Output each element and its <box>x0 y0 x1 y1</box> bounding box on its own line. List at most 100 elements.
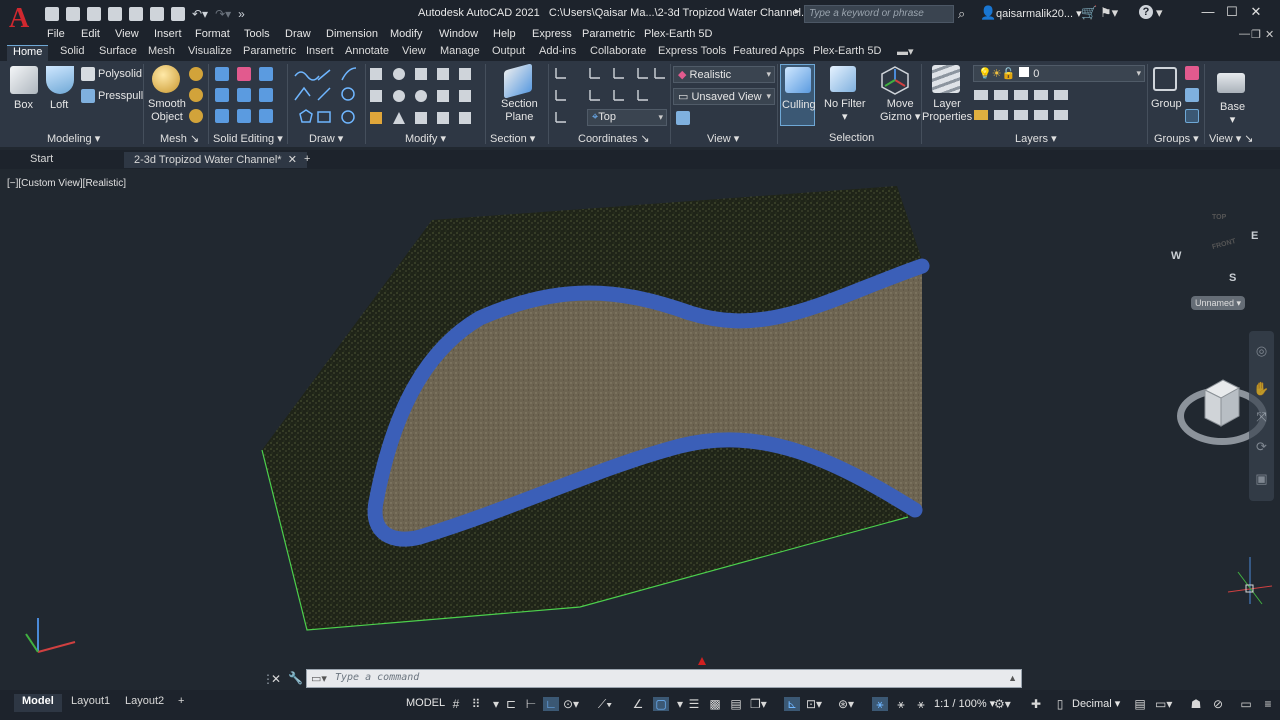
subtract-icon[interactable] <box>237 67 251 81</box>
command-close-icon[interactable]: ✕ <box>271 672 281 686</box>
command-line[interactable]: ▭▾ Type a command ▲ <box>306 669 1022 688</box>
panel-title-view-drafting[interactable]: View ▾ ↘ <box>1209 132 1254 146</box>
layout-tab-layout2[interactable]: Layout2 <box>117 694 172 712</box>
ortho-icon[interactable]: ∟ <box>543 697 559 711</box>
menu-parametric[interactable]: Parametric <box>582 28 635 40</box>
base-view-button[interactable]: Base ▾ <box>1220 101 1245 127</box>
tab-plex-earth[interactable]: Plex-Earth 5D <box>813 45 881 57</box>
no-filter-icon[interactable] <box>830 66 856 92</box>
group-selection-icon[interactable] <box>1185 109 1199 123</box>
a360-icon[interactable]: ⚑▾ <box>1100 5 1118 21</box>
slice-icon[interactable] <box>237 88 251 102</box>
command-history-icon[interactable]: ▭▾ <box>311 672 327 685</box>
base-view-icon[interactable] <box>1217 73 1245 93</box>
tab-solid[interactable]: Solid <box>60 45 84 57</box>
layout-tab-layout1[interactable]: Layout1 <box>63 694 118 712</box>
menu-modify[interactable]: Modify <box>390 28 422 40</box>
tab-manage[interactable]: Manage <box>440 45 480 57</box>
smooth-object-button[interactable]: Smooth Object <box>148 98 186 124</box>
maximize-icon[interactable]: ☐ <box>1222 4 1242 20</box>
separate-icon[interactable] <box>259 88 273 102</box>
extrude-faces-icon[interactable] <box>215 88 229 102</box>
selection-cycling-icon[interactable]: ▤ <box>728 697 744 711</box>
polysolid-button[interactable]: Polysolid <box>98 68 142 80</box>
menu-express[interactable]: Express <box>532 28 572 40</box>
panel-title-modeling[interactable]: Modeling ▾ <box>47 132 100 146</box>
group-icon[interactable] <box>1153 67 1177 91</box>
group-edit-icon[interactable] <box>1185 88 1199 102</box>
menu-plex-earth[interactable]: Plex-Earth 5D <box>644 28 712 40</box>
viewport-config-icon[interactable] <box>676 111 690 125</box>
customization-icon[interactable]: ≡ <box>1260 697 1276 711</box>
layer-properties-button[interactable]: Layer Properties <box>922 98 972 124</box>
saved-view-dropdown[interactable]: ▭ Unsaved View ▾ <box>673 88 775 105</box>
tab-output[interactable]: Output <box>492 45 525 57</box>
tab-visualize[interactable]: Visualize <box>188 45 232 57</box>
layer-tools-icon[interactable] <box>974 88 1070 126</box>
minimize-icon[interactable]: — <box>1198 4 1218 19</box>
fillet-edge-icon[interactable] <box>237 109 251 123</box>
close-icon[interactable]: ✕ <box>1246 4 1266 20</box>
menu-window[interactable]: Window <box>439 28 478 40</box>
showmotion-icon[interactable]: ▣ <box>1253 471 1270 488</box>
clean-screen-icon[interactable]: ▭ <box>1238 697 1254 711</box>
ucs-view-dropdown[interactable]: ⌖Top ▾ <box>587 109 667 126</box>
visual-style-dropdown[interactable]: ◆ Realistic ▾ <box>673 66 775 83</box>
loft-icon[interactable] <box>46 66 74 94</box>
plot-icon[interactable] <box>171 7 185 21</box>
tab-view[interactable]: View <box>402 45 426 57</box>
annotation-scale-value[interactable]: 1:1 / 100% ▾ <box>934 697 995 710</box>
search-input[interactable]: Type a keyword or phrase <box>804 5 954 23</box>
object-snap-icon[interactable]: ▢ <box>653 697 669 711</box>
panel-title-mesh[interactable]: Mesh ↘ <box>160 132 199 146</box>
intersect-icon[interactable] <box>259 67 273 81</box>
tab-start[interactable]: Start <box>20 152 63 168</box>
tab-annotate[interactable]: Annotate <box>345 45 389 57</box>
pan-icon[interactable]: ✋ <box>1253 381 1270 398</box>
tab-insert[interactable]: Insert <box>306 45 334 57</box>
section-plane-icon[interactable] <box>504 63 532 99</box>
open-folder-icon[interactable] <box>66 7 80 21</box>
move-gizmo-icon[interactable] <box>880 65 910 95</box>
panel-title-modify[interactable]: Modify ▾ <box>405 132 446 146</box>
search-icon[interactable]: ⌕ <box>958 6 972 21</box>
tab-mesh[interactable]: Mesh <box>148 45 175 57</box>
shell-icon[interactable] <box>215 109 229 123</box>
panel-title-draw[interactable]: Draw ▾ <box>309 132 343 146</box>
compass-south-label[interactable]: S <box>1229 272 1236 284</box>
presspull-button[interactable]: Presspull <box>98 90 143 102</box>
presspull-icon[interactable] <box>81 89 95 103</box>
culling-button[interactable]: Culling <box>780 64 816 126</box>
gizmo-icon[interactable]: ⊛▾ <box>838 697 854 711</box>
tab-express-tools[interactable]: Express Tools <box>658 45 726 57</box>
panel-title-solid-editing[interactable]: Solid Editing ▾ <box>213 132 283 146</box>
tab-collaborate[interactable]: Collaborate <box>590 45 646 57</box>
menu-help[interactable]: Help <box>493 28 516 40</box>
smooth-object-icon[interactable] <box>152 65 180 93</box>
doc-minimize-icon[interactable]: — <box>1239 28 1250 40</box>
save-icon[interactable] <box>87 7 101 21</box>
layer-properties-icon[interactable] <box>932 65 960 93</box>
help-icon[interactable]: ? <box>1139 5 1153 19</box>
units-icon[interactable]: ▯ <box>1052 697 1068 711</box>
mesh-smooth-less-icon[interactable] <box>189 88 203 102</box>
ungroup-icon[interactable] <box>1185 66 1199 80</box>
redo-icon[interactable]: ↷▾ <box>215 7 231 21</box>
lineweight-icon[interactable]: ☰ <box>686 697 702 711</box>
viewcube-top-label[interactable]: TOP <box>1212 214 1226 221</box>
command-input[interactable]: Type a command <box>335 672 419 683</box>
loft-button[interactable]: Loft <box>50 99 68 112</box>
tab-add-ins[interactable]: Add-ins <box>539 45 576 57</box>
workspace-gear-icon[interactable]: ⚙▾ <box>994 697 1011 711</box>
help-dropdown-icon[interactable]: ▾ <box>1156 5 1163 21</box>
section-plane-button[interactable]: Section Plane <box>501 98 538 124</box>
menu-tools[interactable]: Tools <box>244 28 270 40</box>
isodraft-icon[interactable]: ⟋▾ <box>597 697 613 711</box>
new-file-icon[interactable] <box>45 7 59 21</box>
user-account[interactable]: qaisarmalik20... ▾ <box>996 7 1082 20</box>
tab-home[interactable]: Home <box>7 45 49 61</box>
save-as-icon[interactable] <box>108 7 122 21</box>
draw-tools-icon[interactable] <box>292 66 364 128</box>
transparency-icon[interactable]: ▩ <box>707 697 723 711</box>
polysolid-icon[interactable] <box>81 67 95 81</box>
